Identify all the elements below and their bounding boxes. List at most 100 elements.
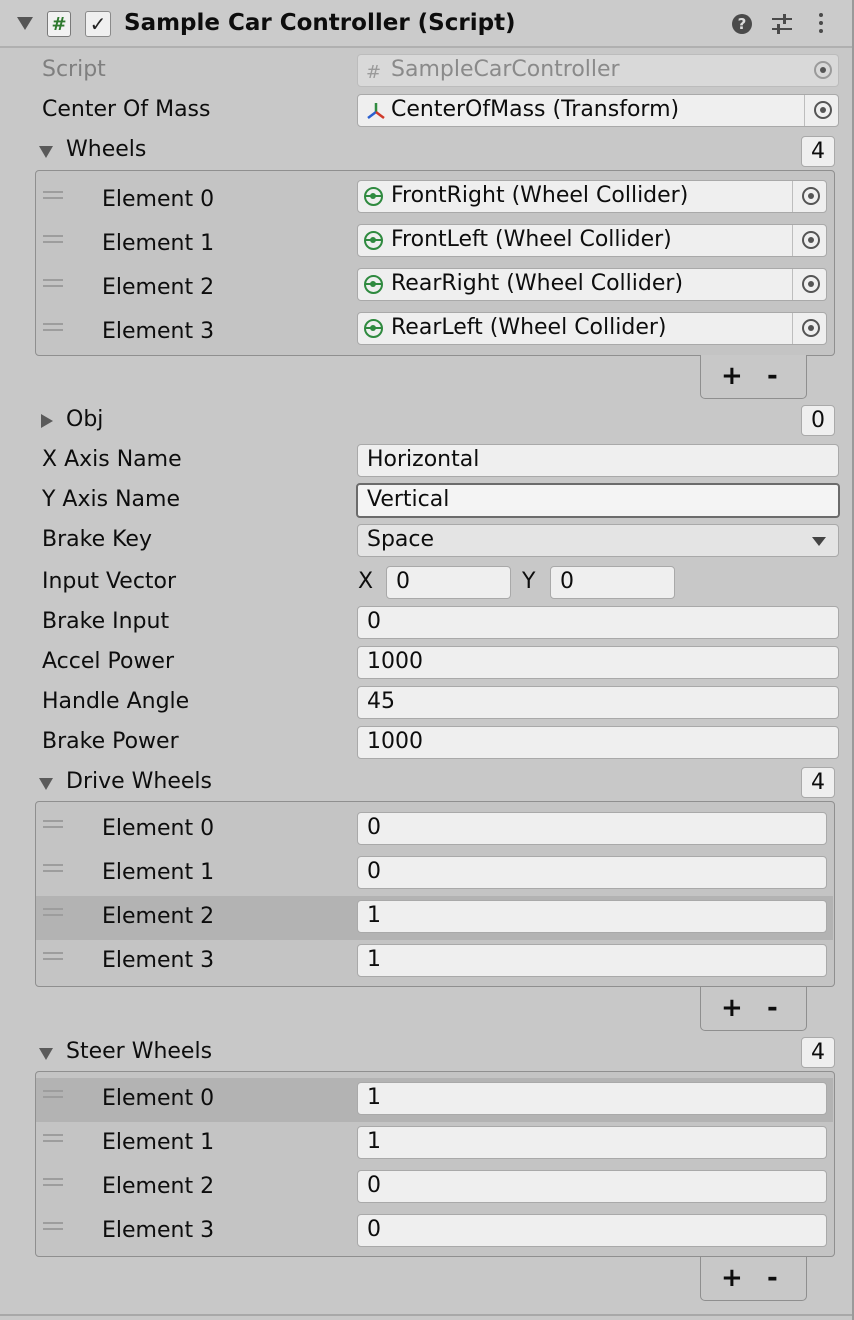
drive-wheels-label[interactable]: Drive Wheels: [66, 769, 212, 794]
brake-input-field[interactable]: 0: [357, 606, 839, 639]
drive-element-0-input[interactable]: 0: [357, 812, 827, 845]
obj-foldout-icon[interactable]: [41, 414, 53, 428]
brake-key-label: Brake Key: [42, 527, 152, 552]
element-label: Element 3: [102, 948, 215, 973]
input-vector-y-input[interactable]: 0: [550, 566, 675, 599]
add-element-button[interactable]: +: [721, 993, 743, 1023]
picker-separator: [804, 95, 805, 126]
preset-sliders-icon[interactable]: [770, 13, 794, 35]
object-picker-icon[interactable]: [802, 187, 820, 205]
object-picker-icon: [814, 61, 832, 79]
steer-element-1-input[interactable]: 1: [357, 1126, 827, 1159]
remove-element-button[interactable]: -: [767, 993, 778, 1023]
steer-element-2-input[interactable]: 0: [357, 1170, 827, 1203]
center-of-mass-field[interactable]: CenterOfMass (Transform): [357, 94, 839, 127]
picker-separator: [792, 313, 793, 344]
component-enabled-checkbox[interactable]: ✓: [85, 11, 111, 37]
drive-element-2-input[interactable]: 1: [357, 900, 827, 933]
help-icon[interactable]: ?: [732, 14, 752, 34]
center-of-mass-label: Center Of Mass: [42, 97, 211, 122]
chevron-down-icon: [812, 537, 826, 546]
brake-power-label: Brake Power: [42, 729, 179, 754]
element-value: RearLeft (Wheel Collider): [391, 315, 667, 340]
object-picker-icon[interactable]: [802, 275, 820, 293]
brake-key-dropdown[interactable]: Space: [357, 524, 839, 557]
wheel-collider-icon: [364, 187, 383, 206]
obj-size-field[interactable]: 0: [801, 405, 835, 436]
wheel-element-2-field[interactable]: RearRight (Wheel Collider): [357, 268, 827, 301]
drag-handle-icon[interactable]: [43, 191, 63, 199]
input-vector-label: Input Vector: [42, 569, 177, 594]
handle-angle-field[interactable]: 45: [357, 686, 839, 719]
drag-handle-icon[interactable]: [43, 279, 63, 287]
element-value: RearRight (Wheel Collider): [391, 271, 684, 296]
component-title: Sample Car Controller (Script): [124, 10, 516, 36]
drag-handle-icon[interactable]: [43, 1134, 63, 1142]
element-label: Element 3: [102, 1218, 215, 1243]
remove-element-button[interactable]: -: [767, 361, 778, 391]
inspector-panel: # ✓ Sample Car Controller (Script) ? Scr…: [0, 0, 854, 1320]
drive-element-1-input[interactable]: 0: [357, 856, 827, 889]
drag-handle-icon[interactable]: [43, 235, 63, 243]
brake-key-value: Space: [367, 527, 435, 552]
element-label: Element 2: [102, 904, 215, 929]
accel-power-field[interactable]: 1000: [357, 646, 839, 679]
drag-handle-icon[interactable]: [43, 323, 63, 331]
steer-wheels-add-remove: + -: [700, 1257, 807, 1301]
picker-separator: [792, 269, 793, 300]
steer-element-3-input[interactable]: 0: [357, 1214, 827, 1247]
drag-handle-icon[interactable]: [43, 1090, 63, 1098]
input-vector-x-label[interactable]: X: [358, 569, 373, 594]
drive-element-3-input[interactable]: 1: [357, 944, 827, 977]
script-field: # SampleCarController: [357, 54, 839, 87]
add-element-button[interactable]: +: [721, 1263, 743, 1293]
drag-handle-icon[interactable]: [43, 908, 63, 916]
foldout-arrow-icon[interactable]: [17, 17, 33, 30]
element-label: Element 3: [102, 319, 215, 344]
y-axis-name-input[interactable]: Vertical: [356, 483, 840, 518]
steer-wheels-label[interactable]: Steer Wheels: [66, 1039, 212, 1064]
steer-wheels-foldout-icon[interactable]: [39, 1048, 53, 1060]
wheels-foldout-icon[interactable]: [39, 146, 53, 158]
x-axis-name-input[interactable]: Horizontal: [357, 444, 839, 477]
wheel-collider-icon: [364, 275, 383, 294]
add-element-button[interactable]: +: [721, 361, 743, 391]
drive-wheels-size-field[interactable]: 4: [801, 767, 835, 798]
object-picker-icon[interactable]: [802, 231, 820, 249]
wheel-element-1-field[interactable]: FrontLeft (Wheel Collider): [357, 224, 827, 257]
drag-handle-icon[interactable]: [43, 820, 63, 828]
accel-power-label: Accel Power: [42, 649, 175, 674]
drag-handle-icon[interactable]: [43, 864, 63, 872]
wheels-size-field[interactable]: 4: [801, 136, 835, 167]
transform-icon: [367, 103, 385, 119]
object-picker-icon[interactable]: [814, 101, 832, 119]
x-axis-name-label: X Axis Name: [42, 447, 182, 472]
element-label: Element 0: [102, 816, 215, 841]
component-header[interactable]: # ✓ Sample Car Controller (Script) ?: [0, 0, 852, 48]
script-label: Script: [42, 57, 106, 82]
remove-element-button[interactable]: -: [767, 1263, 778, 1293]
obj-label[interactable]: Obj: [66, 407, 103, 432]
drag-handle-icon[interactable]: [43, 1222, 63, 1230]
element-label: Element 1: [102, 1130, 215, 1155]
steer-element-0-input[interactable]: 1: [357, 1082, 827, 1115]
drag-handle-icon[interactable]: [43, 952, 63, 960]
element-label: Element 2: [102, 1174, 215, 1199]
steer-wheels-size-field[interactable]: 4: [801, 1037, 835, 1068]
drag-handle-icon[interactable]: [43, 1178, 63, 1186]
wheels-label[interactable]: Wheels: [66, 137, 146, 162]
wheel-element-0-field[interactable]: FrontRight (Wheel Collider): [357, 180, 827, 213]
element-value: FrontLeft (Wheel Collider): [391, 227, 672, 252]
input-vector-x-input[interactable]: 0: [386, 566, 511, 599]
object-picker-icon[interactable]: [802, 319, 820, 337]
script-hash-icon: #: [47, 11, 71, 37]
brake-power-field[interactable]: 1000: [357, 726, 839, 759]
context-menu-icon[interactable]: [819, 13, 823, 37]
drive-wheels-add-remove: + -: [700, 987, 807, 1031]
drive-wheels-foldout-icon[interactable]: [39, 778, 53, 790]
input-vector-y-label[interactable]: Y: [522, 569, 535, 594]
element-label: Element 1: [102, 860, 215, 885]
wheel-collider-icon: [364, 319, 383, 338]
wheel-element-3-field[interactable]: RearLeft (Wheel Collider): [357, 312, 827, 345]
bottom-divider: [0, 1314, 852, 1316]
